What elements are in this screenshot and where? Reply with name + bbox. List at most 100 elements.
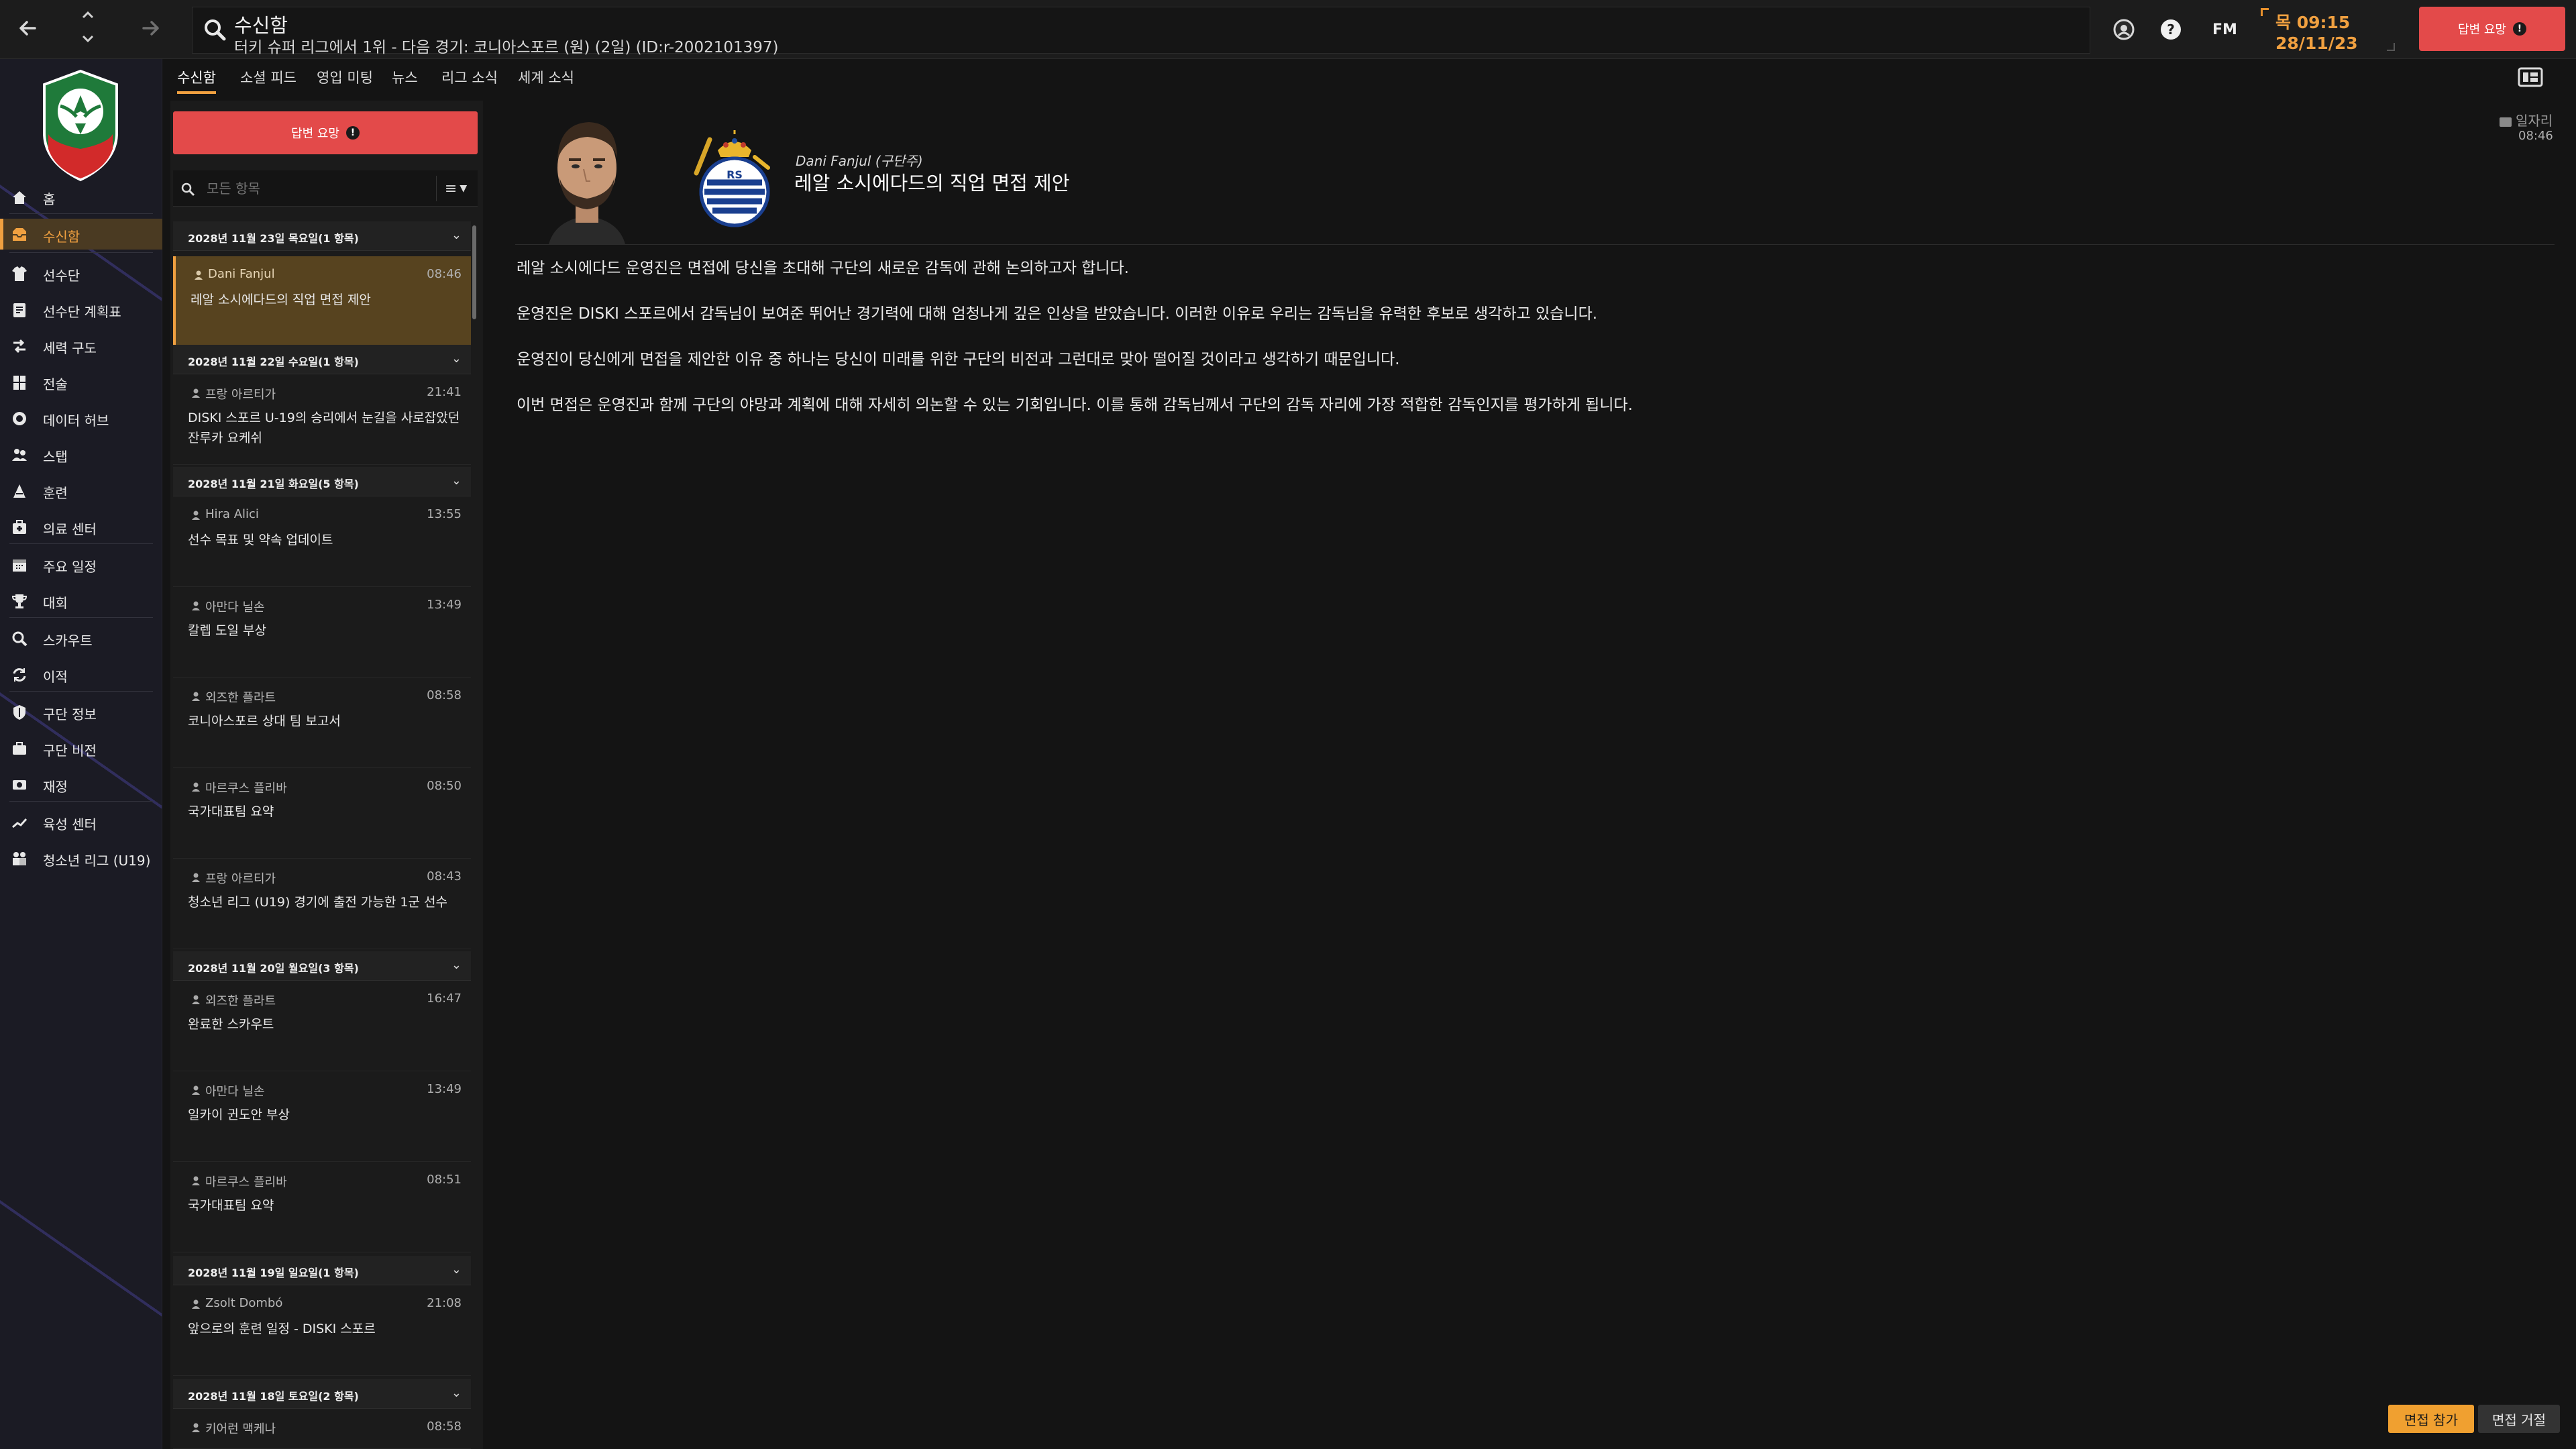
list-item[interactable]: 마르쿠스 플리바 08:51 국가대표팀 요약 <box>173 1162 471 1252</box>
sidebar-item-squad-planner[interactable]: 선수단 계획표 <box>0 294 162 325</box>
reply-required-label: 답변 요망 <box>2458 23 2506 37</box>
date-group-header[interactable]: 2028년 11월 22일 수요일(1 항목) ⌄ <box>173 345 471 374</box>
message-time: 13:55 <box>427 507 462 521</box>
message-sender: 외즈한 플라트 <box>205 994 276 1008</box>
date-group-header[interactable]: 2028년 11월 18일 토요일(2 항목) ⌄ <box>173 1379 471 1409</box>
svg-text:RS: RS <box>727 168 743 181</box>
growth-icon <box>11 814 28 831</box>
message-paragraph: 운영진이 당신에게 면접을 제안한 이유 중 하나는 당신이 미래를 위한 구단… <box>517 351 1400 368</box>
divider <box>515 244 2555 245</box>
date-group-header[interactable]: 2028년 11월 21일 화요일(5 항목) ⌄ <box>173 467 471 496</box>
sidebar: 홈 수신함 선수단 선수단 계획표 세력 구도 전술 데이터 허브 스탭 훈련 … <box>0 59 162 1449</box>
finance-icon <box>11 776 28 794</box>
chevron-down-icon[interactable]: ⌄ <box>451 228 462 242</box>
history-up-icon[interactable] <box>80 8 95 23</box>
shield-icon <box>11 704 28 721</box>
filter-menu-button[interactable]: ≡ ▼ <box>436 176 475 201</box>
sidebar-item-youth-league[interactable]: 청소년 리그 (U19) <box>0 843 162 873</box>
sidebar-item-development[interactable]: 육성 센터 <box>0 806 162 837</box>
person-icon <box>191 510 201 521</box>
sidebar-item-dynamics[interactable]: 세력 구도 <box>0 330 162 361</box>
trophy-icon <box>11 592 28 610</box>
decline-interview-button[interactable]: 면접 거절 <box>2478 1405 2560 1433</box>
message-subject: 칼렙 도일 부상 <box>188 623 266 638</box>
list-item[interactable]: Dani Fanjul 08:46 레알 소시에다드의 직업 면접 제안 <box>173 256 471 352</box>
chevron-down-icon[interactable]: ⌄ <box>451 1263 462 1277</box>
sidebar-item-schedule[interactable]: 주요 일정 <box>0 549 162 580</box>
accept-interview-button[interactable]: 면접 참가 <box>2388 1405 2474 1433</box>
message-from[interactable]: Dani Fanjul (구단주) <box>796 150 923 170</box>
message-subject: 선수 목표 및 약속 업데이트 <box>188 533 333 547</box>
sidebar-item-medical[interactable]: 의료 센터 <box>0 511 162 542</box>
current-time: 목 09:15 <box>2275 13 2351 32</box>
list-item[interactable]: 아만다 닐손 13:49 일카이 귄도안 부상 <box>173 1071 471 1162</box>
medical-icon <box>11 519 28 536</box>
club-crest-icon[interactable] <box>2112 17 2136 42</box>
exclamation-icon: ! <box>2512 22 2526 36</box>
sidebar-item-finances[interactable]: 재정 <box>0 769 162 800</box>
layout-toggle-icon[interactable] <box>2517 66 2544 89</box>
list-item[interactable]: 아만다 닐손 13:49 칼렙 도일 부상 <box>173 587 471 678</box>
club-logo[interactable] <box>39 68 122 182</box>
reply-required-filter-button[interactable]: 답변 요망 ! <box>173 111 478 154</box>
person-icon <box>191 872 201 883</box>
help-icon[interactable]: ? <box>2159 17 2183 42</box>
list-item[interactable]: 프랑 아르티가 21:41 DISKI 스포르 U-19의 승리에서 눈길을 사… <box>173 374 471 465</box>
continue-datetime[interactable]: 목 09:15 28/11/23 <box>2261 5 2395 54</box>
back-arrow-icon[interactable] <box>15 15 42 42</box>
message-subject: 앞으로의 훈련 일정 - DISKI 스포르 <box>188 1322 376 1336</box>
message-subject: 국가대표팀 요약 <box>188 804 274 819</box>
date-group-header[interactable]: 2028년 11월 19일 일요일(1 항목) ⌄ <box>173 1256 471 1285</box>
tab-news[interactable]: 뉴스 <box>392 67 418 87</box>
sidebar-item-transfers[interactable]: 이적 <box>0 659 162 690</box>
sidebar-item-staff[interactable]: 스탭 <box>0 439 162 470</box>
chevron-down-icon[interactable]: ⌄ <box>451 958 462 972</box>
message-subject: 레알 소시에다드의 직업 면접 제안 <box>191 292 371 307</box>
message-time: 21:41 <box>427 385 462 399</box>
list-item[interactable]: Hira Alici 13:55 선수 목표 및 약속 업데이트 <box>173 496 471 587</box>
reply-required-button[interactable]: 답변 요망 ! <box>2419 7 2565 51</box>
list-item[interactable]: 프랑 아르티가 08:43 청소년 리그 (U19) 경기에 출전 가능한 1군… <box>173 859 471 949</box>
corner-accent <box>2261 8 2269 16</box>
tab-recruitment-meeting[interactable]: 영입 미팅 <box>317 67 373 87</box>
history-down-icon[interactable] <box>80 32 95 47</box>
fm-logo[interactable]: FM <box>2212 21 2237 38</box>
tab-social-feed[interactable]: 소셜 피드 <box>240 67 297 87</box>
sidebar-item-tactics[interactable]: 전술 <box>0 366 162 397</box>
sidebar-item-home[interactable]: 홈 <box>0 181 162 212</box>
list-item[interactable]: 키어런 맥케나 08:58 <box>173 1409 471 1449</box>
sidebar-item-club-vision[interactable]: 구단 비전 <box>0 733 162 763</box>
date-group-header[interactable]: 2028년 11월 23일 목요일(1 항목) ⌄ <box>173 221 471 251</box>
filter-input[interactable] <box>205 178 373 199</box>
message-subject: 청소년 리그 (U19) 경기에 출전 가능한 1군 선수 <box>188 895 447 910</box>
scrollbar[interactable] <box>472 225 476 319</box>
date-group-header[interactable]: 2028년 11월 20일 월요일(3 항목) ⌄ <box>173 951 471 981</box>
list-item[interactable]: 외즈한 플라트 08:58 코니아스포르 상대 팀 보고서 <box>173 678 471 768</box>
sidebar-item-training[interactable]: 훈련 <box>0 475 162 506</box>
tab-inbox[interactable]: 수신함 <box>177 67 216 94</box>
sidebar-item-data-hub[interactable]: 데이터 허브 <box>0 402 162 433</box>
search-icon[interactable] <box>202 17 229 44</box>
tab-world-news[interactable]: 세계 소식 <box>518 67 574 87</box>
list-item[interactable]: 외즈한 플라트 16:47 완료한 스카우트 <box>173 981 471 1071</box>
inbox-icon <box>11 226 28 244</box>
sidebar-item-squad[interactable]: 선수단 <box>0 258 162 288</box>
chevron-down-icon[interactable]: ⌄ <box>451 474 462 488</box>
sidebar-item-competitions[interactable]: 대회 <box>0 585 162 616</box>
list-item[interactable]: 마르쿠스 플리바 08:50 국가대표팀 요약 <box>173 768 471 859</box>
tab-league-news[interactable]: 리그 소식 <box>441 67 498 87</box>
list-item[interactable]: Zsolt Dombó 21:08 앞으로의 훈련 일정 - DISKI 스포르 <box>173 1285 471 1376</box>
chevron-down-icon[interactable]: ⌄ <box>451 1386 462 1400</box>
chevron-down-icon[interactable]: ⌄ <box>451 352 462 366</box>
svg-text:?: ? <box>2167 21 2175 38</box>
message-title: 레알 소시에다드의 직업 면접 제안 <box>794 172 1070 195</box>
sender-portrait[interactable] <box>535 106 639 244</box>
message-time: 08:46 <box>427 267 462 281</box>
forward-arrow-icon[interactable] <box>137 15 164 46</box>
exclamation-icon: ! <box>345 126 360 140</box>
sidebar-item-scouting[interactable]: 스카우트 <box>0 623 162 653</box>
real-sociedad-crest[interactable]: RS <box>691 130 778 229</box>
search-bar[interactable]: 수신함 터키 슈퍼 리그에서 1위 - 다음 경기: 코니아스포르 (원) (2… <box>192 7 2090 56</box>
sidebar-item-inbox[interactable]: 수신함 <box>0 219 162 250</box>
sidebar-item-club-info[interactable]: 구단 정보 <box>0 696 162 727</box>
